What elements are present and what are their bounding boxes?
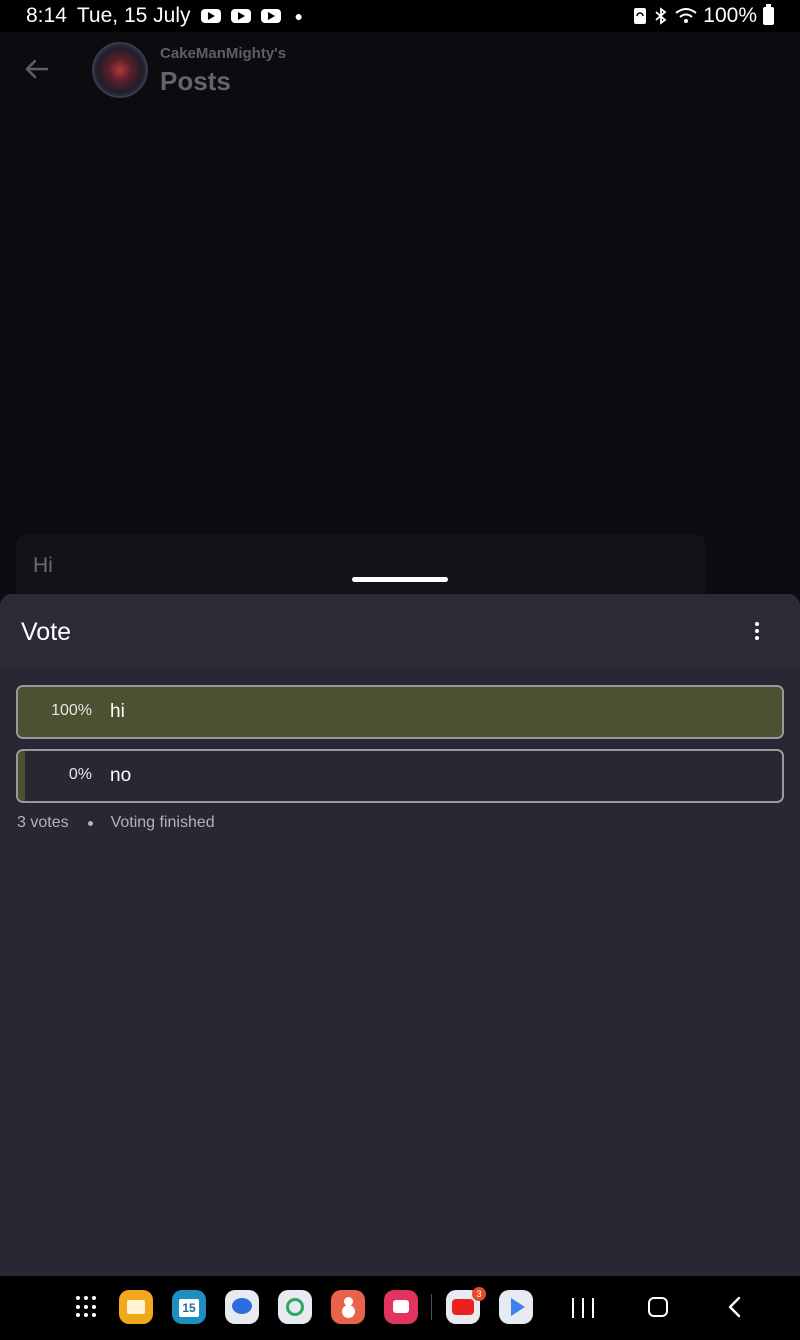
poll-meta: 3 votes Voting finished — [17, 814, 215, 832]
taskbar: 15 3 — [0, 1276, 800, 1340]
voting-status: Voting finished — [110, 814, 215, 831]
user-avatar[interactable] — [92, 42, 148, 98]
camera-app-icon[interactable] — [384, 1290, 418, 1324]
sync-icon — [634, 8, 647, 24]
status-date: Tue, 15 July — [76, 4, 191, 27]
contacts-app-icon[interactable] — [331, 1290, 365, 1324]
messages-app-icon[interactable] — [225, 1290, 259, 1324]
messenger-app-icon[interactable] — [278, 1290, 312, 1324]
youtube-notification-icon — [260, 9, 281, 23]
battery-icon — [763, 4, 774, 25]
bluetooth-icon — [655, 7, 667, 25]
status-time: 8:14 — [26, 4, 67, 27]
post-text: Hi — [33, 554, 53, 577]
files-app-icon[interactable] — [119, 1290, 153, 1324]
poll-option-label: no — [110, 765, 132, 786]
nav-back-button[interactable] — [724, 1296, 746, 1318]
poll-option-label: hi — [110, 701, 125, 722]
vote-bottom-sheet: Vote 100% hi 0% no 3 votes Voting finish… — [0, 594, 800, 1276]
youtube-notification-icon — [200, 9, 221, 23]
page-title: Posts — [160, 66, 231, 96]
status-bar: 8:14 Tue, 15 July ● 100% — [0, 0, 800, 32]
calendar-day-label: 15 — [179, 1299, 199, 1317]
vote-count: 3 votes — [17, 814, 69, 831]
poll-option-no[interactable]: 0% no — [16, 749, 784, 803]
wifi-icon — [675, 8, 697, 23]
taskbar-divider — [431, 1294, 432, 1320]
poll-option-percent: 100% — [51, 702, 92, 719]
separator-dot-icon — [87, 820, 93, 826]
sheet-drag-handle[interactable] — [352, 577, 448, 582]
apps-grid-icon[interactable] — [76, 1296, 98, 1318]
page-subtitle: CakeManMighty's — [160, 45, 287, 62]
youtube-badge: 3 — [472, 1287, 486, 1301]
sheet-title: Vote — [21, 618, 72, 646]
recent-apps-button[interactable] — [572, 1298, 594, 1318]
more-vertical-icon[interactable] — [744, 618, 770, 644]
battery-percent: 100% — [703, 4, 757, 27]
more-notifications-dot-icon: ● — [294, 8, 303, 24]
calendar-app-icon[interactable]: 15 — [172, 1290, 206, 1324]
sheet-header: Vote — [0, 594, 800, 668]
play-store-app-icon[interactable] — [499, 1290, 533, 1324]
back-arrow-icon[interactable] — [22, 54, 52, 84]
poll-option-hi[interactable]: 100% hi — [16, 685, 784, 739]
youtube-notification-icon — [230, 9, 251, 23]
poll-option-fill — [18, 687, 782, 737]
poll-option-percent: 0% — [68, 766, 92, 783]
home-button[interactable] — [648, 1297, 668, 1317]
